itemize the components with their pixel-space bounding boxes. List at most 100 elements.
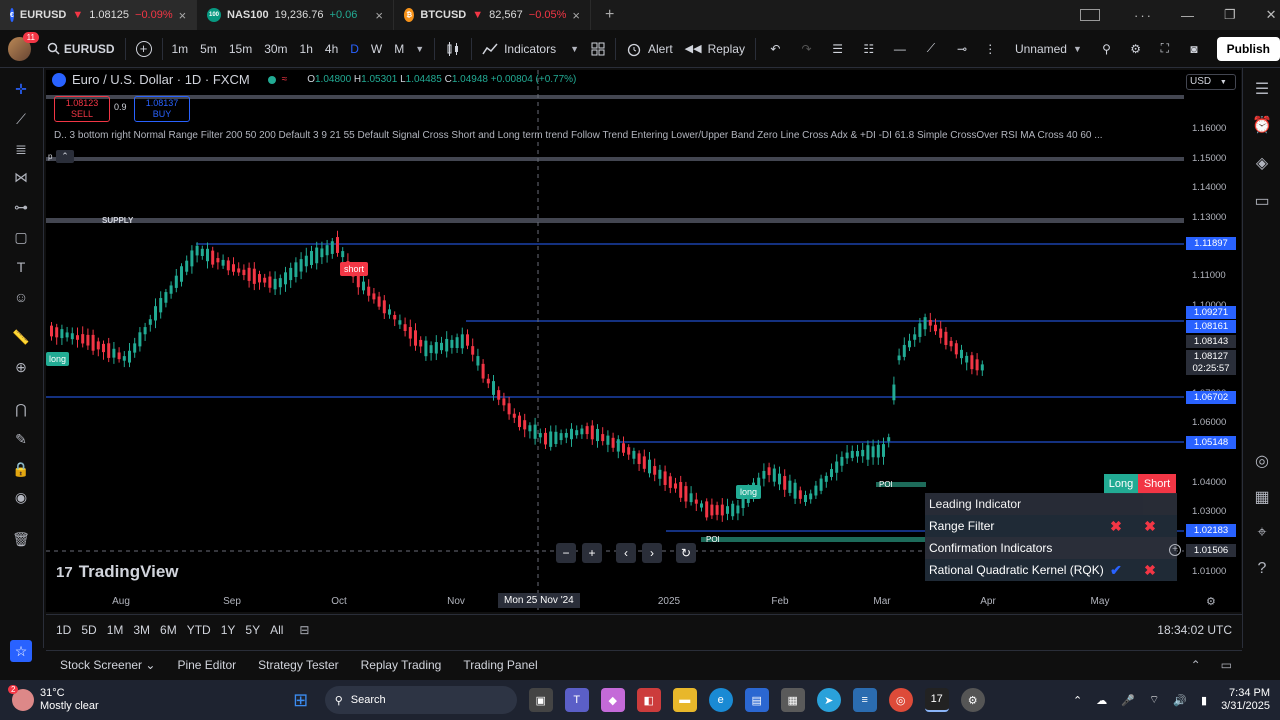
red-app-icon[interactable]: ◧ [636,688,661,712]
scroll-right-button[interactable]: › [642,543,662,563]
chats-button[interactable]: ▭ [1251,190,1273,212]
bottom-tab-pine-editor[interactable]: Pine Editor [177,658,236,672]
time-axis[interactable]: Aug Sep Oct Nov 2025 Feb Mar Apr May Mon 25 Nov … [46,592,1216,612]
telegram-icon[interactable]: ➤ [816,688,841,712]
microphone-icon[interactable]: 🎤 [1121,694,1135,707]
range-ytd[interactable]: YTD [187,623,211,637]
edge-icon[interactable]: e [708,688,733,712]
zoom-out-button[interactable]: − [556,543,576,563]
teams-icon[interactable]: T [564,688,589,712]
compare-symbol-button[interactable]: + [130,30,158,68]
file-explorer-icon[interactable]: ▬ [672,688,697,712]
collapse-legend-button[interactable]: ⌃ [56,150,74,163]
watchlist-button[interactable]: ☰ [1251,78,1273,100]
battery-icon[interactable]: ▮ [1201,694,1207,707]
interval-D[interactable]: D [345,42,364,56]
store-icon[interactable]: ▤ [744,688,769,712]
restore-icon[interactable]: ❐ [1224,7,1236,23]
range-6m[interactable]: 6M [160,623,177,637]
interval-M[interactable]: M [389,42,409,56]
indicators-button[interactable]: Indicators ▼ [476,30,585,68]
drawing-fav-6[interactable]: ⋮ [978,30,1003,68]
close-tab-icon[interactable]: × [572,8,580,23]
settings-button[interactable]: ⚙ [1121,30,1150,68]
alerts-button[interactable]: ⏰ [1251,114,1273,136]
date-range-icon[interactable]: ⊟ [299,623,309,637]
icons-tool[interactable]: ☺ [10,286,32,308]
stay-drawing-tool[interactable]: ✎ [10,428,32,450]
taskbar-clock[interactable]: 7:34 PM 3/31/2025 [1221,687,1270,713]
ideas-button[interactable]: ◎ [1251,450,1273,472]
layouts-button[interactable] [585,30,611,68]
quick-search-button[interactable]: ⚲ [1092,30,1121,68]
windows-start-icon[interactable]: ⊞ [289,688,313,712]
range-all[interactable]: All [270,623,283,637]
hide-tool[interactable]: ◉ [10,486,32,508]
reset-chart-button[interactable]: ↻ [676,543,696,563]
chevron-up-icon[interactable]: ⌃ [1073,694,1082,707]
interval-4h[interactable]: 4h [320,42,343,56]
pine-button[interactable]: ⌖ [1251,522,1273,544]
price-axis[interactable]: USD ▼ 1.16000 1.15000 1.14000 1.13000 1.1100… [1184,70,1241,612]
fullscreen-button[interactable]: ⛶ [1150,30,1179,68]
calendar-button[interactable]: ▦ [1251,486,1273,508]
range-1m[interactable]: 1M [107,623,124,637]
bottom-tab-replay-trading[interactable]: Replay Trading [361,658,442,672]
copilot-icon[interactable]: ◆ [600,688,625,712]
notepad-icon[interactable]: ≡ [852,688,877,712]
speaker-icon[interactable]: 🔊 [1173,694,1187,707]
settings-app-icon[interactable]: ⚙ [960,688,985,712]
browser-tab-eurusd[interactable]: € EURUSD ▼ 1.08125 −0.09% × [0,0,197,30]
tradingview-app-icon[interactable]: 17 [924,688,949,712]
interval-30m[interactable]: 30m [259,42,292,56]
snapshot-button[interactable]: ◙ [1179,30,1208,68]
interval-15m[interactable]: 15m [224,42,257,56]
rqk-row[interactable]: Rational Quadratic Kernel (RQK) ✔ ✖ [925,559,1177,581]
browser-tab-nas100[interactable]: 100 NAS100 19,236.76 +0.06 × [197,0,394,30]
layout-name-button[interactable]: Unnamed ▼ [1009,30,1088,68]
close-tab-icon[interactable]: × [375,8,383,23]
buy-button[interactable]: 1.08137 BUY [134,96,190,122]
wifi-icon[interactable]: ⌔ [1149,693,1159,707]
measure-tool[interactable]: 📏 [10,326,32,348]
crosshair-tool[interactable]: ✛ [10,78,32,100]
add-plus-icon[interactable]: + [1169,544,1181,556]
interval-1h[interactable]: 1h [295,42,318,56]
task-view-icon[interactable]: ▣ [528,688,553,712]
drawing-fav-5[interactable]: ⊸ [946,30,977,68]
redo-button[interactable]: ↷ [791,30,822,68]
calculator-icon[interactable]: ▦ [780,688,805,712]
drawing-fav-2[interactable]: ☷ [853,30,884,68]
weather-widget[interactable]: 2 31°C Mostly clear [8,685,99,713]
interval-W[interactable]: W [366,42,387,56]
alert-button[interactable]: Alert [620,30,679,68]
chevron-up-icon[interactable]: ⌃ [1191,658,1201,672]
data-window-button[interactable]: ◈ [1251,152,1273,174]
more-icon[interactable]: ··· [1134,8,1153,23]
avatar[interactable]: 11 [8,31,39,61]
new-tab-icon[interactable]: + [605,6,614,24]
symbol-title[interactable]: Euro / U.S. Dollar · 1D · FXCM [72,72,250,87]
range-3m[interactable]: 3M [133,623,150,637]
object-tree-button[interactable]: ☆ [10,640,32,662]
maximize-panel-icon[interactable]: ▭ [1221,658,1232,672]
close-tab-icon[interactable]: × [179,8,187,23]
short-tab[interactable]: Short [1138,474,1176,494]
interval-1m[interactable]: 1m [167,42,194,56]
sell-button[interactable]: 1.08123 SELL [54,96,110,122]
range-5y[interactable]: 5Y [245,623,260,637]
pattern-tool[interactable]: ⋈ [10,166,32,188]
indicator-legend-line[interactable]: D.. 3 bottom right Normal Range Filter 2… [54,130,1182,141]
magnet-tool[interactable]: ⋂ [10,398,32,420]
shapes-tool[interactable]: ▢ [10,226,32,248]
interval-5m[interactable]: 5m [195,42,222,56]
browser-tab-btcusd[interactable]: ₿ BTCUSD ▼ 82,567 −0.05% × [394,0,591,30]
fib-tool[interactable]: ≣ [10,138,32,160]
drawing-fav-1[interactable]: ☰ [822,30,853,68]
lock-tool[interactable]: 🔒 [10,458,32,480]
taskbar-search[interactable]: ⚲ Search [324,686,517,714]
cloud-icon[interactable]: ☁ [1096,694,1107,707]
chrome-icon[interactable]: ◎ [888,688,913,712]
long-tab[interactable]: Long [1104,474,1138,494]
drawing-fav-3[interactable]: — [884,30,915,68]
